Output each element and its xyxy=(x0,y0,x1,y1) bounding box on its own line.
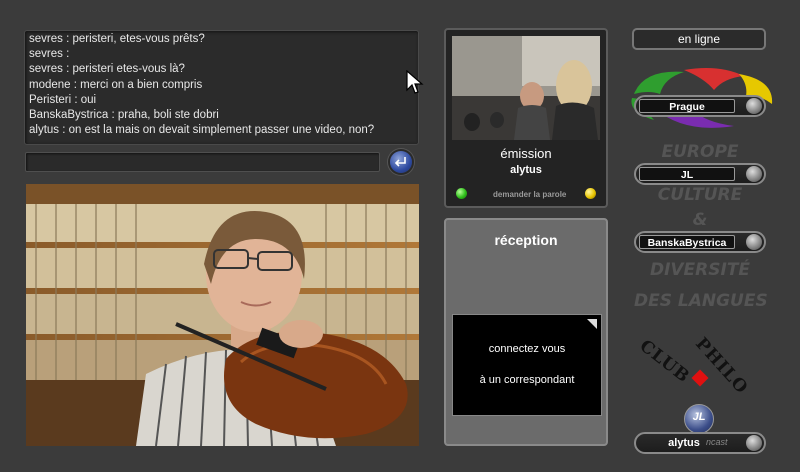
chat-log[interactable]: sevres : peristeri, etes-vous prêts? sev… xyxy=(24,30,419,145)
brand-suffix-text: ncast xyxy=(706,437,728,447)
participant-name: Prague xyxy=(639,99,735,113)
reception-message-line1: connectez vous xyxy=(488,343,566,355)
participant-name: BanskaBystrica xyxy=(639,235,735,249)
emission-user: alytus xyxy=(510,164,542,176)
brand-logo-icon: JL xyxy=(684,404,714,434)
logo-text-culture: CULTURE xyxy=(657,185,743,205)
enter-arrow-icon xyxy=(394,157,406,167)
brand-logo-text: JL xyxy=(692,411,706,423)
send-button[interactable] xyxy=(390,151,412,173)
online-button[interactable]: en ligne xyxy=(632,28,766,50)
reception-video: connectez vous à un correspondant xyxy=(452,314,602,416)
emission-video xyxy=(452,36,600,140)
participant-slot-prague[interactable]: Prague xyxy=(634,95,766,117)
chat-line: BanskaBystrica : praha, boli ste dobri xyxy=(29,109,219,122)
participant-name: JL xyxy=(639,167,735,181)
participant-slot-alytus[interactable]: alytus ncast xyxy=(634,432,766,454)
philo-text: PHILO xyxy=(691,334,752,399)
chat-line: sevres : peristeri, etes-vous prêts? xyxy=(29,33,205,45)
emission-panel: émission alytus demander la parole xyxy=(444,28,608,208)
participant-slot-jl[interactable]: JL xyxy=(634,163,766,185)
chat-line: sevres : peristeri etes-vous là? xyxy=(29,63,185,76)
connect-knob-icon[interactable] xyxy=(746,234,762,250)
connect-knob-icon[interactable] xyxy=(746,435,762,451)
reception-title: réception xyxy=(494,232,558,248)
club-philo-logo: CLUB PHILO xyxy=(636,330,758,400)
chat-line: Peristeri : oui xyxy=(29,93,97,106)
participant-slot-banskabystrica[interactable]: BanskaBystrica xyxy=(634,231,766,253)
reception-panel: réception connectez vous à un correspond… xyxy=(444,218,608,446)
chat-line: sevres : xyxy=(29,48,70,61)
chat-line: alytus : on est la mais on devait simple… xyxy=(29,124,375,137)
request-floor-button[interactable] xyxy=(585,188,596,199)
reception-message-line2: à un correspondant xyxy=(479,374,575,386)
chat-input[interactable] xyxy=(25,152,380,172)
emission-video-frame xyxy=(452,36,600,140)
connect-knob-icon[interactable] xyxy=(746,166,762,182)
chat-line: modene : merci on a bien compris xyxy=(29,78,203,91)
main-video xyxy=(26,184,419,446)
diamond-icon xyxy=(691,369,709,387)
connect-knob-icon[interactable] xyxy=(746,98,762,114)
club-text: CLUB xyxy=(635,336,694,388)
emission-status-led xyxy=(456,188,467,199)
video-frame xyxy=(26,184,419,446)
logo-text-ampersand: & xyxy=(692,210,708,230)
emission-title: émission xyxy=(500,146,552,161)
corner-triangle-icon xyxy=(587,319,597,329)
logo-text-diversite: DIVERSITÉ xyxy=(649,260,751,280)
logo-text-europe: EUROPE xyxy=(661,142,739,162)
mouse-pointer-icon xyxy=(406,70,424,94)
logo-text-langues: DES LANGUES xyxy=(634,291,768,311)
request-floor-label[interactable]: demander la parole xyxy=(493,190,566,199)
